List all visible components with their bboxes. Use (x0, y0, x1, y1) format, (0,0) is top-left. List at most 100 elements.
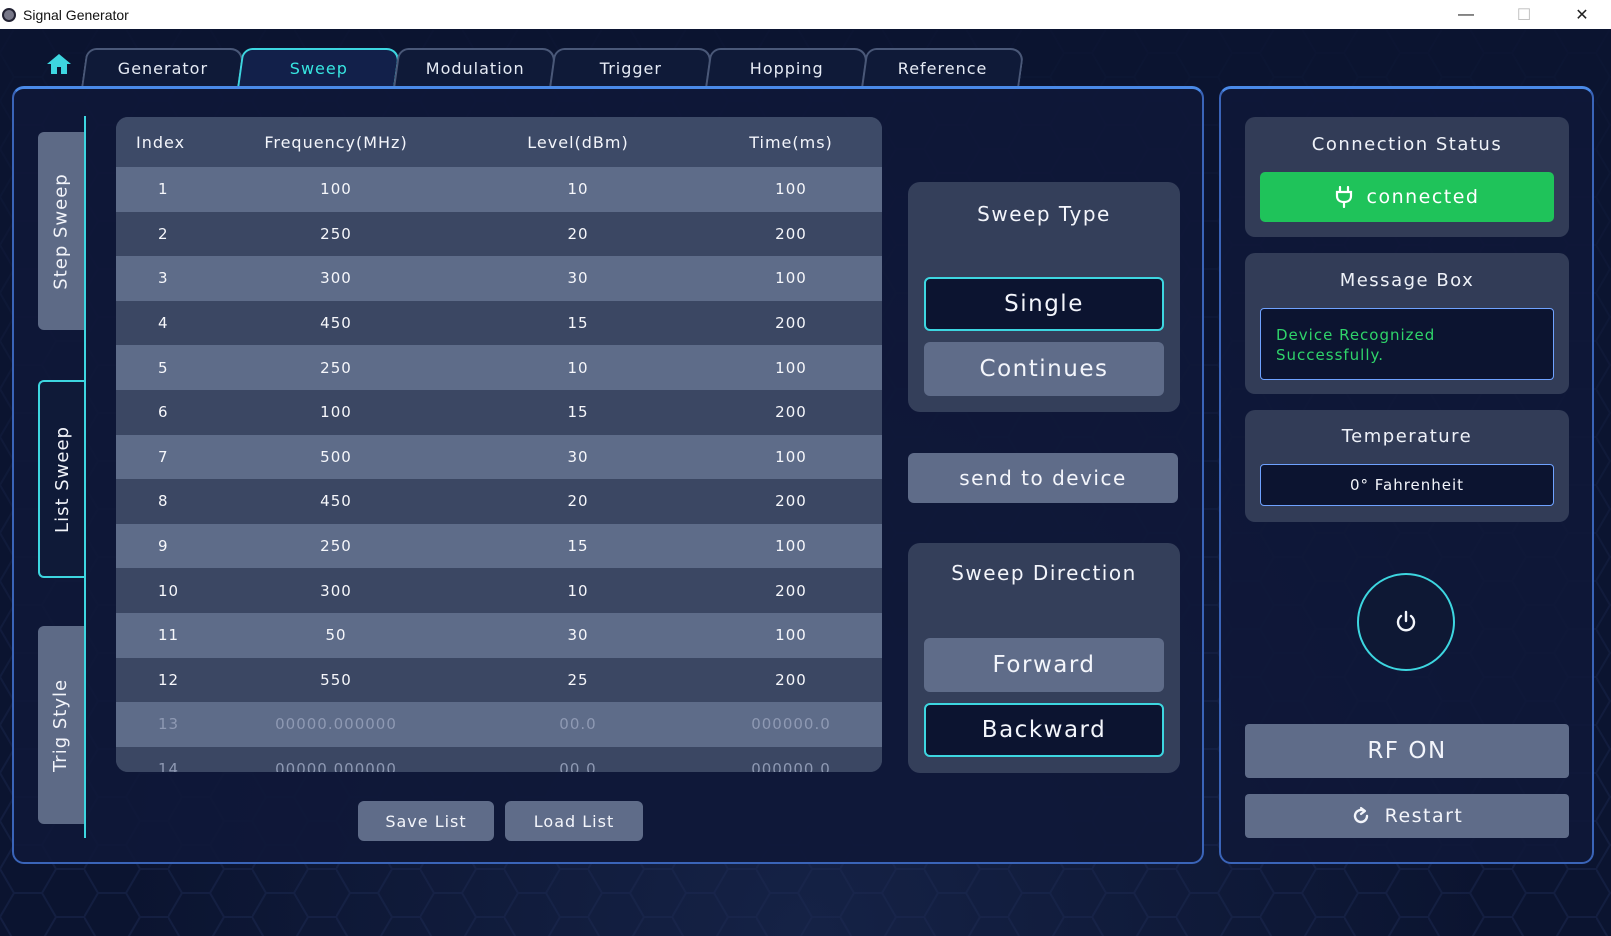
tab-hopping[interactable]: Hopping (705, 48, 869, 86)
cell-time[interactable]: 100 (700, 537, 882, 555)
restart-button[interactable]: Restart (1245, 794, 1569, 838)
load-list-button[interactable]: Load List (505, 801, 643, 841)
close-button[interactable]: ✕ (1553, 0, 1611, 29)
table-row[interactable]: 1 100 10 100 (116, 167, 882, 212)
window-title: Signal Generator (23, 6, 129, 23)
table-row[interactable]: 2 250 20 200 (116, 211, 882, 257)
sweep-direction-forward-button[interactable]: Forward (924, 638, 1164, 692)
side-tab-trig-style[interactable]: Trig Style (38, 626, 84, 824)
cell-frequency[interactable]: 300 (216, 582, 456, 600)
cell-index[interactable]: 14 (116, 760, 216, 772)
cell-time[interactable]: 100 (700, 180, 882, 198)
cell-time[interactable]: 200 (700, 671, 882, 689)
cell-level[interactable]: 00.0 (456, 715, 700, 733)
tab-trigger[interactable]: Trigger (549, 48, 713, 86)
cell-level[interactable]: 10 (456, 582, 700, 600)
tab-sweep[interactable]: Sweep (237, 48, 401, 86)
table-row[interactable]: 4 450 15 200 (116, 300, 882, 346)
cell-frequency[interactable]: 50 (216, 626, 456, 644)
cell-frequency[interactable]: 300 (216, 269, 456, 287)
cell-level[interactable]: 30 (456, 626, 700, 644)
temperature-title: Temperature (1341, 426, 1473, 447)
table-row[interactable]: 7 500 30 100 (116, 434, 882, 480)
cell-frequency[interactable]: 250 (216, 225, 456, 243)
cell-time[interactable]: 200 (700, 492, 882, 510)
cell-time[interactable]: 200 (700, 225, 882, 243)
message-box-text: Device Recognized Successfully. (1260, 308, 1554, 380)
table-row[interactable]: 10 300 10 200 (116, 568, 882, 613)
cell-index[interactable]: 13 (116, 715, 216, 733)
rf-on-button[interactable]: RF ON (1245, 724, 1569, 778)
cell-time[interactable]: 200 (700, 403, 882, 421)
cell-frequency[interactable]: 100 (216, 403, 456, 421)
cell-time[interactable]: 100 (700, 359, 882, 377)
cell-frequency[interactable]: 450 (216, 314, 456, 332)
cell-frequency[interactable]: 550 (216, 671, 456, 689)
cell-index[interactable]: 10 (116, 582, 216, 600)
sweep-direction-group: Sweep Direction Forward Backward (908, 543, 1180, 773)
side-tab-step-sweep[interactable]: Step Sweep (38, 132, 84, 330)
cell-frequency[interactable]: 500 (216, 448, 456, 466)
cell-frequency[interactable]: 250 (216, 359, 456, 377)
cell-index[interactable]: 2 (116, 225, 216, 243)
send-to-device-button[interactable]: send to device (908, 453, 1178, 503)
cell-time[interactable]: 100 (700, 448, 882, 466)
table-row[interactable]: 8 450 20 200 (116, 479, 882, 524)
cell-index[interactable]: 3 (116, 269, 216, 287)
cell-level[interactable]: 15 (456, 314, 700, 332)
cell-time[interactable]: 200 (700, 582, 882, 600)
cell-time[interactable]: 200 (700, 314, 882, 332)
cell-index[interactable]: 6 (116, 403, 216, 421)
table-row[interactable]: 14 00000.000000 00.0 000000.0 (116, 746, 882, 772)
cell-index[interactable]: 9 (116, 537, 216, 555)
cell-level[interactable]: 20 (456, 225, 700, 243)
cell-frequency[interactable]: 450 (216, 492, 456, 510)
sweep-type-continues-button[interactable]: Continues (924, 342, 1164, 396)
cell-frequency[interactable]: 00000.000000 (216, 760, 456, 772)
cell-index[interactable]: 1 (116, 180, 216, 198)
cell-time[interactable]: 000000.0 (700, 715, 882, 733)
table-row[interactable]: 13 00000.000000 00.0 000000.0 (116, 702, 882, 747)
cell-index[interactable]: 7 (116, 448, 216, 466)
cell-frequency[interactable]: 100 (216, 180, 456, 198)
cell-time[interactable]: 000000.0 (700, 760, 882, 772)
table-row[interactable]: 12 550 25 200 (116, 657, 882, 703)
cell-frequency[interactable]: 00000.000000 (216, 715, 456, 733)
minimize-button[interactable]: — (1437, 0, 1495, 29)
cell-level[interactable]: 30 (456, 448, 700, 466)
connection-status-text: connected (1366, 186, 1480, 208)
tab-generator[interactable]: Generator (81, 48, 245, 86)
cell-level[interactable]: 10 (456, 359, 700, 377)
cell-frequency[interactable]: 250 (216, 537, 456, 555)
save-list-button[interactable]: Save List (358, 801, 494, 841)
sweep-type-title: Sweep Type (977, 202, 1111, 226)
cell-index[interactable]: 5 (116, 359, 216, 377)
cell-time[interactable]: 100 (700, 269, 882, 287)
cell-index[interactable]: 8 (116, 492, 216, 510)
tab-modulation[interactable]: Modulation (393, 48, 557, 86)
power-button[interactable] (1357, 573, 1455, 671)
cell-level[interactable]: 30 (456, 269, 700, 287)
cell-time[interactable]: 100 (700, 626, 882, 644)
side-tab-list-sweep[interactable]: List Sweep (38, 380, 84, 578)
tab-reference[interactable]: Reference (861, 48, 1025, 86)
cell-index[interactable]: 12 (116, 671, 216, 689)
table-row[interactable]: 11 50 30 100 (116, 612, 882, 658)
cell-level[interactable]: 15 (456, 537, 700, 555)
cell-index[interactable]: 4 (116, 314, 216, 332)
cell-level[interactable]: 00.0 (456, 760, 700, 772)
cell-level[interactable]: 20 (456, 492, 700, 510)
home-icon[interactable] (46, 53, 72, 75)
table-row[interactable]: 3 300 30 100 (116, 256, 882, 301)
sweep-direction-backward-button[interactable]: Backward (924, 703, 1164, 757)
sweep-list-table[interactable]: Index Frequency(MHz) Level(dBm) Time(ms)… (116, 117, 882, 772)
table-row[interactable]: 9 250 15 100 (116, 523, 882, 569)
maximize-button[interactable]: ☐ (1495, 0, 1553, 29)
cell-level[interactable]: 10 (456, 180, 700, 198)
sweep-type-single-button[interactable]: Single (924, 277, 1164, 331)
table-row[interactable]: 6 100 15 200 (116, 389, 882, 435)
cell-level[interactable]: 25 (456, 671, 700, 689)
table-row[interactable]: 5 250 10 100 (116, 345, 882, 390)
cell-index[interactable]: 11 (116, 626, 216, 644)
cell-level[interactable]: 15 (456, 403, 700, 421)
